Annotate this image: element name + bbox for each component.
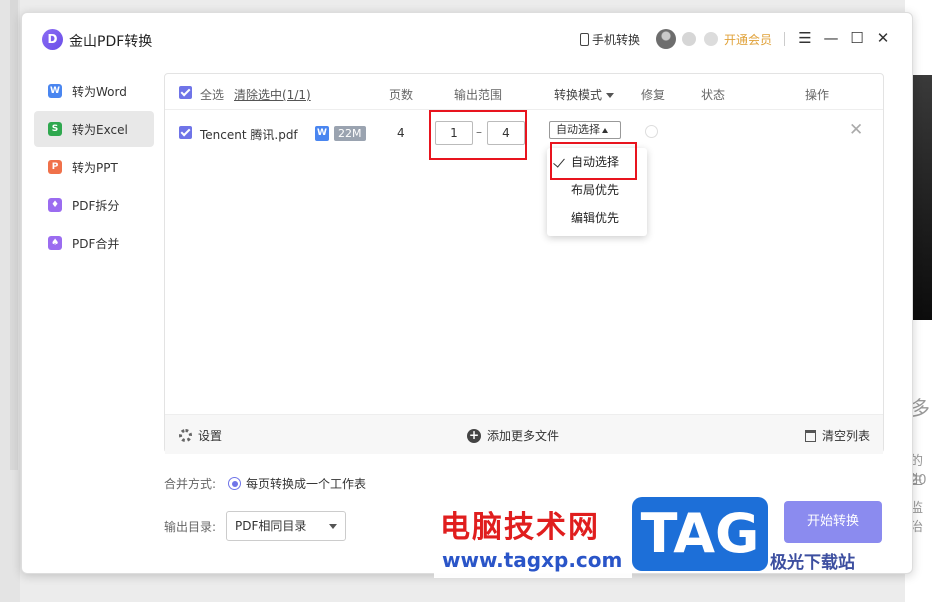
column-header-pages: 页数 xyxy=(389,88,414,102)
start-convert-button[interactable]: 开始转换 xyxy=(784,501,882,543)
file-size-badge: 22M xyxy=(334,126,366,141)
add-files-button[interactable]: + 添加更多文件 xyxy=(467,427,559,444)
sidebar-item-excel[interactable]: S 转为Excel xyxy=(34,111,154,147)
panel-footer: 设置 + 添加更多文件 清空列表 xyxy=(165,414,883,454)
watermark-tag-logo: TAG xyxy=(632,497,768,571)
add-files-label: 添加更多文件 xyxy=(487,429,560,443)
settings-button[interactable]: 设置 xyxy=(179,427,222,444)
sidebar-item-label: PDF拆分 xyxy=(72,198,120,213)
mode-select-value: 自动选择 xyxy=(556,123,600,136)
plus-circle-icon: + xyxy=(467,427,481,443)
repair-check-icon xyxy=(645,125,658,138)
maximize-icon[interactable]: ☐ xyxy=(846,27,868,49)
background-scroll-strip xyxy=(10,0,18,470)
column-header-mode-label: 转换模式 xyxy=(554,88,603,102)
background-photo xyxy=(912,75,932,320)
trash-icon xyxy=(805,429,816,442)
output-dir-value: PDF相同目录 xyxy=(235,519,307,533)
mode-select[interactable]: 自动选择 xyxy=(549,121,621,139)
member-badge-icon xyxy=(682,32,696,46)
page-count: 4 xyxy=(397,126,405,140)
minimize-icon[interactable]: — xyxy=(820,27,842,49)
output-dir-label: 输出目录: xyxy=(164,520,217,534)
select-all-label[interactable]: 全选 xyxy=(200,86,224,103)
app-logo-icon: D xyxy=(42,29,63,50)
mode-option-layout[interactable]: 布局优先 xyxy=(547,176,647,204)
sidebar-item-split[interactable]: ♦ PDF拆分 xyxy=(34,187,154,223)
column-header-mode[interactable]: 转换模式 xyxy=(554,86,615,103)
sidebar-item-label: 转为PPT xyxy=(72,160,118,175)
background-left-strip xyxy=(0,0,20,602)
sidebar-item-label: 转为Excel xyxy=(72,122,128,137)
merge-mode-radio[interactable] xyxy=(228,477,242,490)
app-window: D 金山PDF转换 手机转换 开通会员 ☰ — ☐ ✕ W 转为Word S 转… xyxy=(21,12,913,574)
row-checkbox[interactable] xyxy=(179,126,192,139)
column-header-action: 操作 xyxy=(805,88,830,102)
sidebar-item-ppt[interactable]: P 转为PPT xyxy=(34,149,154,185)
split-icon: ♦ xyxy=(48,198,62,212)
close-icon[interactable]: ✕ xyxy=(872,27,894,49)
vip-shield-icon xyxy=(704,32,718,46)
column-header-status: 状态 xyxy=(701,88,726,102)
mobile-convert-label: 手机转换 xyxy=(592,33,641,47)
output-dir-select[interactable]: PDF相同目录 xyxy=(226,511,346,541)
titlebar: D 金山PDF转换 手机转换 开通会员 ☰ — ☐ ✕ xyxy=(22,13,912,67)
settings-label: 设置 xyxy=(198,429,223,443)
merge-icon: ♠ xyxy=(48,236,62,250)
sidebar-item-word[interactable]: W 转为Word xyxy=(34,73,154,109)
column-header-repair: 修复 xyxy=(641,88,666,102)
range-highlight-box xyxy=(429,110,527,160)
sidebar-item-label: 转为Word xyxy=(72,84,127,99)
select-all-checkbox[interactable] xyxy=(179,86,192,99)
clear-selected-link[interactable]: 清除选中(1/1) xyxy=(234,86,311,103)
titlebar-divider xyxy=(784,32,785,46)
menu-icon[interactable]: ☰ xyxy=(794,27,816,49)
merge-mode-label: 合并方式: xyxy=(164,477,217,491)
watermark-url: www.tagxp.com xyxy=(442,548,623,572)
watermark-site-name: 极光下载站 xyxy=(770,553,855,573)
sidebar-item-merge[interactable]: ♠ PDF合并 xyxy=(34,225,154,261)
avatar[interactable] xyxy=(656,29,676,49)
word-icon: W xyxy=(48,84,62,98)
watermark-site: 极光下载站 xyxy=(770,548,855,573)
clear-list-button[interactable]: 清空列表 xyxy=(805,427,870,444)
sidebar: W 转为Word S 转为Excel P 转为PPT ♦ PDF拆分 ♠ PDF… xyxy=(34,73,154,263)
file-name: Tencent 腾讯.pdf xyxy=(200,128,298,142)
vip-link[interactable]: 开通会员 xyxy=(724,31,772,48)
sidebar-item-label: PDF合并 xyxy=(72,236,120,251)
caret-up-icon xyxy=(602,127,608,133)
option-highlight-box xyxy=(550,142,637,180)
word-file-icon: W xyxy=(315,126,329,141)
remove-row-icon[interactable]: ✕ xyxy=(849,120,863,140)
ppt-icon: P xyxy=(48,160,62,174)
excel-icon: S xyxy=(48,122,62,136)
caret-down-icon xyxy=(606,93,615,98)
phone-icon xyxy=(580,33,589,46)
gear-icon xyxy=(179,429,192,442)
mobile-convert-button[interactable]: 手机转换 xyxy=(580,31,640,48)
mode-option-label: 布局优先 xyxy=(571,183,620,197)
clear-list-label: 清空列表 xyxy=(822,429,871,443)
watermark-box: 电脑技术网 www.tagxp.com xyxy=(434,500,632,578)
chevron-down-icon xyxy=(329,524,337,529)
column-header-range: 输出范围 xyxy=(454,88,503,102)
background-text: 监治 xyxy=(910,501,924,535)
merge-mode-value[interactable]: 每页转换成一个工作表 xyxy=(246,475,366,492)
mode-option-label: 编辑优先 xyxy=(571,211,620,225)
mode-option-edit[interactable]: 编辑优先 xyxy=(547,204,647,232)
app-title: 金山PDF转换 xyxy=(69,34,153,50)
merge-mode-row: 合并方式: 每页转换成一个工作表 xyxy=(164,475,366,492)
background-text: 多 xyxy=(910,396,930,420)
watermark-cn-text: 电脑技术网 xyxy=(440,510,600,545)
table-header: 全选 清除选中(1/1) 页数 输出范围 转换模式 修复 状态 操作 xyxy=(165,74,883,110)
